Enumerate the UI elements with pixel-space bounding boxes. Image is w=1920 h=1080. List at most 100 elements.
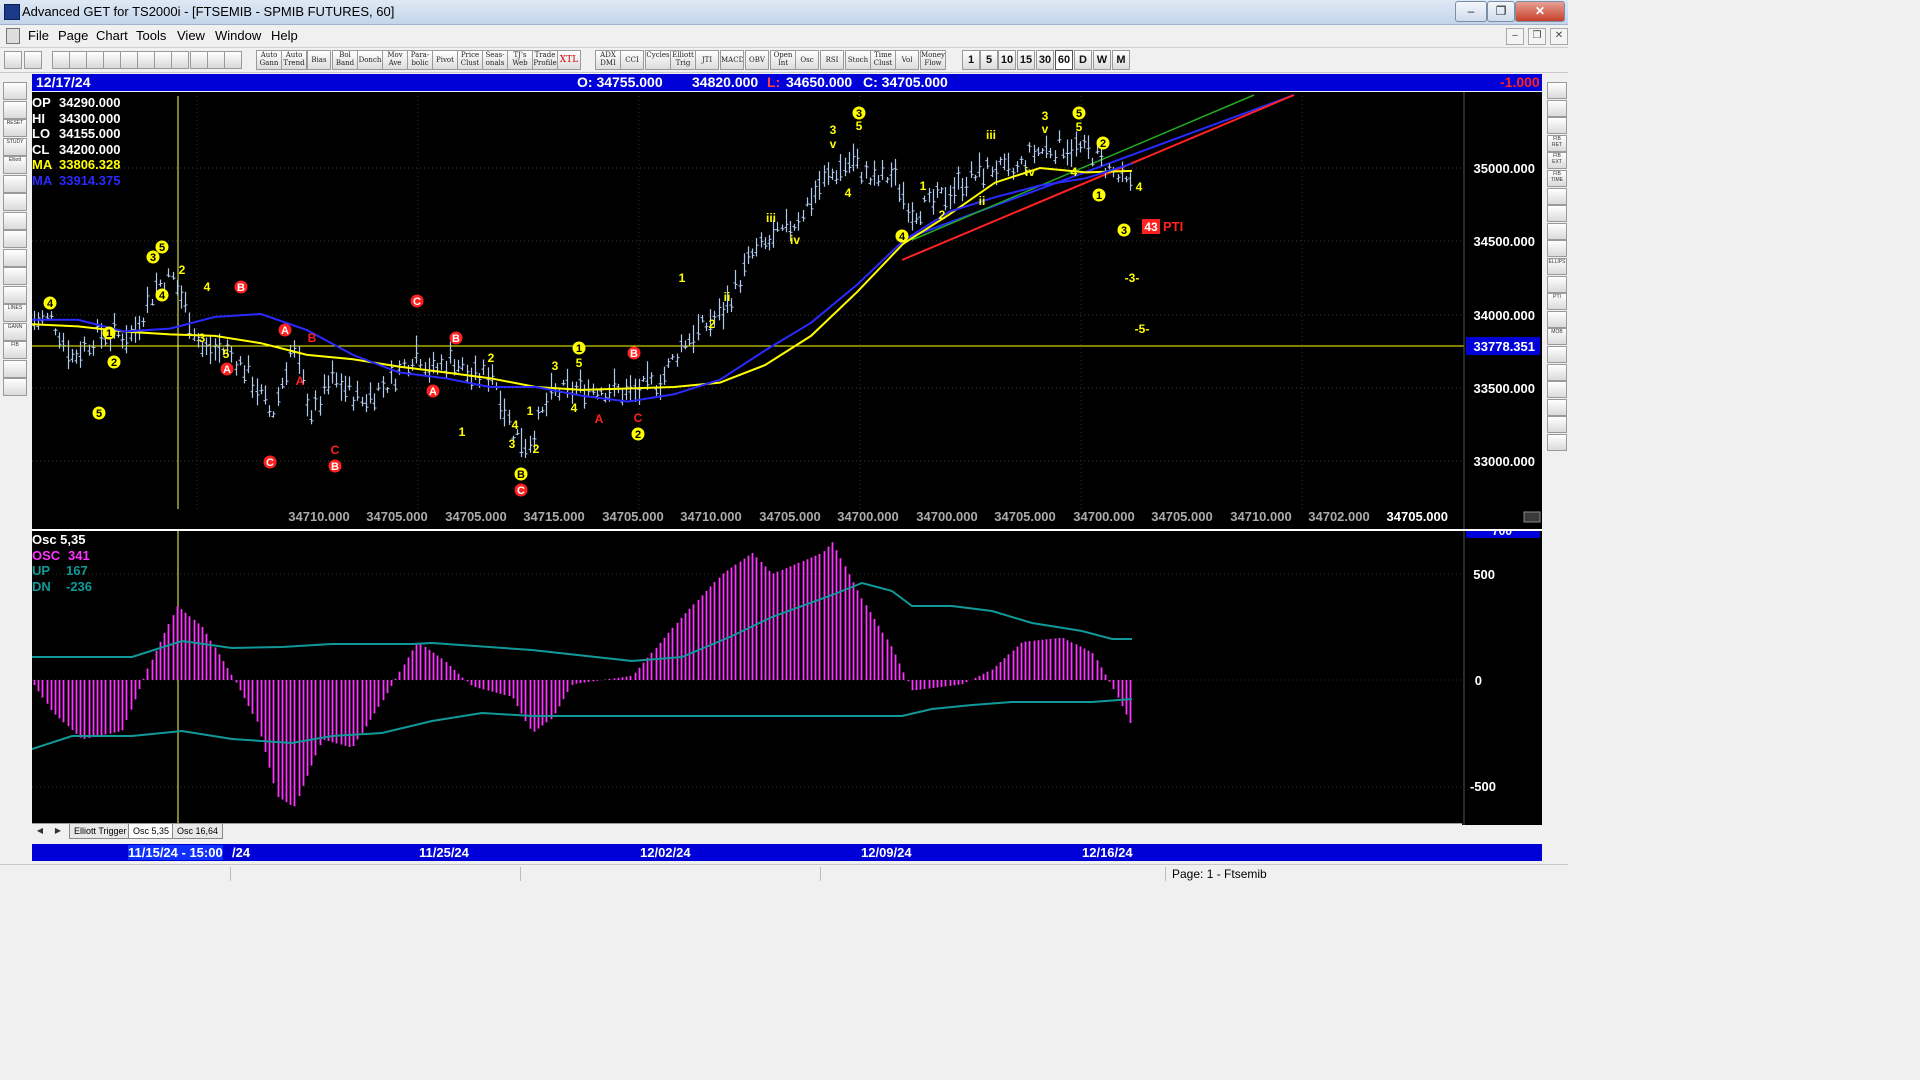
study-button[interactable]: Mov Ave [382,50,408,70]
copy-icon[interactable] [69,51,87,69]
right-tool-button[interactable]: ELLIPS [1547,258,1567,275]
study-button[interactable]: Open Int [770,50,796,70]
minimize-button[interactable]: ‒ [1455,1,1487,22]
mdi-restore-icon[interactable]: ❐ [1528,28,1546,45]
left-tool-button[interactable] [3,100,27,119]
left-tool-button[interactable] [3,359,27,378]
right-tool-button[interactable] [1547,310,1567,328]
wave-tool-icon[interactable] [24,51,42,69]
study-button[interactable]: Auto Gann [256,50,282,70]
interval-button[interactable]: W [1093,50,1111,70]
left-tool-button[interactable] [3,174,27,193]
study-button[interactable]: Bias [307,50,331,70]
close-button[interactable]: ✕ [1515,1,1565,22]
right-tool-button[interactable] [1547,434,1567,451]
study-button[interactable]: Trade Profile [532,50,558,70]
study-button[interactable]: Auto Trend [281,50,307,70]
interval-button[interactable]: D [1074,50,1092,70]
interval-button[interactable]: 15 [1017,50,1035,70]
right-tool-button[interactable] [1547,82,1567,99]
study-button[interactable]: MACD [720,50,744,70]
new-page-icon[interactable] [52,51,70,69]
tab-osc-16-64[interactable]: Osc 16,64 [172,824,224,839]
scale-icon[interactable] [1523,511,1541,523]
study-button[interactable]: Pivot [432,50,458,70]
left-tool-button[interactable]: GANN [3,322,27,341]
study-button[interactable]: Osc [795,50,819,70]
menu-file[interactable]: File [28,28,49,43]
right-tool-button[interactable] [1547,346,1567,363]
zoom-out-icon[interactable] [137,51,155,69]
menu-tools[interactable]: Tools [136,28,166,43]
study-button[interactable]: XTL [557,50,581,70]
right-tool-button[interactable] [1547,99,1567,117]
study-button[interactable]: Time Clust [870,50,896,70]
right-tool-button[interactable] [1547,222,1567,240]
menu-view[interactable]: View [177,28,205,43]
study-button[interactable]: RSI [820,50,844,70]
menu-chart[interactable]: Chart [96,28,128,43]
mdi-close-icon[interactable]: ✕ [1550,28,1568,45]
left-tool-button[interactable] [3,82,27,100]
oscillator-panel[interactable]: 700 500 0 -500 Osc 5,35 OSC 341 UP 167 DN -23… [32,529,1542,825]
tab-elliott-trigger[interactable]: Elliott Trigger [69,824,132,839]
menu-page[interactable]: Page [58,28,88,43]
left-tool-button[interactable]: STUDY [3,137,27,156]
left-tool-button[interactable] [3,267,27,285]
mdi-minimize-icon[interactable]: ‒ [1506,28,1524,45]
lightbulb-icon[interactable] [207,51,225,69]
right-tool-button[interactable]: PTI [1547,293,1567,311]
right-tool-button[interactable]: FIB RET [1547,134,1567,152]
right-tool-button[interactable] [1547,187,1567,205]
right-tool-button[interactable] [1547,398,1567,416]
tab-scroll-left-icon[interactable]: ◀ [34,825,46,837]
study-button[interactable]: Para-bolic [407,50,433,70]
tab-scroll-right-icon[interactable]: ▶ [52,825,64,837]
interval-button[interactable]: M [1112,50,1130,70]
help-icon[interactable] [224,51,242,69]
print-icon[interactable] [190,51,208,69]
menu-window[interactable]: Window [215,28,261,43]
cancel-icon[interactable] [154,51,172,69]
left-tool-button[interactable] [3,248,27,267]
price-chart-svg[interactable]: 45123542435BAACBACBCBA21343 21BC154ABC212… [32,92,1542,529]
right-tool-button[interactable] [1547,275,1567,293]
left-tool-button[interactable] [3,211,27,230]
study-button[interactable]: TJ's Web [507,50,533,70]
document-icon[interactable] [6,28,20,44]
study-button[interactable]: JTI [695,50,719,70]
interval-button[interactable]: 5 [980,50,998,70]
left-tool-button[interactable]: RESET [3,119,27,137]
interval-button[interactable]: 30 [1036,50,1054,70]
right-tool-button[interactable] [1547,205,1567,223]
interval-button[interactable]: 1 [962,50,980,70]
left-tool-button[interactable]: FIB [3,341,27,359]
study-button[interactable]: Money Flow [920,50,946,70]
refresh-icon[interactable] [120,51,138,69]
study-button[interactable]: CCI [620,50,644,70]
interval-button[interactable]: 10 [998,50,1016,70]
study-button[interactable]: Donch [357,50,383,70]
study-button[interactable]: ADX DMI [595,50,621,70]
left-tool-button[interactable] [3,285,27,304]
maximize-button[interactable]: ❐ [1487,1,1515,22]
price-chart[interactable]: 45123542435BAACBACBCBA2134321BC154ABC212… [32,92,1542,529]
study-button[interactable]: Bol Band [332,50,358,70]
right-tool-button[interactable] [1547,363,1567,381]
right-tool-button[interactable] [1547,240,1567,258]
left-tool-button[interactable]: LINES [3,304,27,322]
right-tool-button[interactable]: FIB EXT [1547,152,1567,170]
oscillator-svg[interactable]: 700 500 0 -500 [32,531,1542,825]
right-tool-button[interactable] [1547,416,1567,434]
grid-icon[interactable] [171,51,189,69]
study-button[interactable]: Vol [895,50,919,70]
left-tool-button[interactable]: Elliott [3,156,27,174]
study-button[interactable]: Elliott Trig [670,50,696,70]
cursor-tool-icon[interactable] [4,51,22,69]
scroll-right-icon[interactable] [103,51,121,69]
study-button[interactable]: Stoch [845,50,871,70]
left-tool-button[interactable] [3,193,27,211]
study-button[interactable]: Seas-onals [482,50,508,70]
right-tool-button[interactable] [1547,381,1567,399]
study-button[interactable]: OBV [745,50,769,70]
